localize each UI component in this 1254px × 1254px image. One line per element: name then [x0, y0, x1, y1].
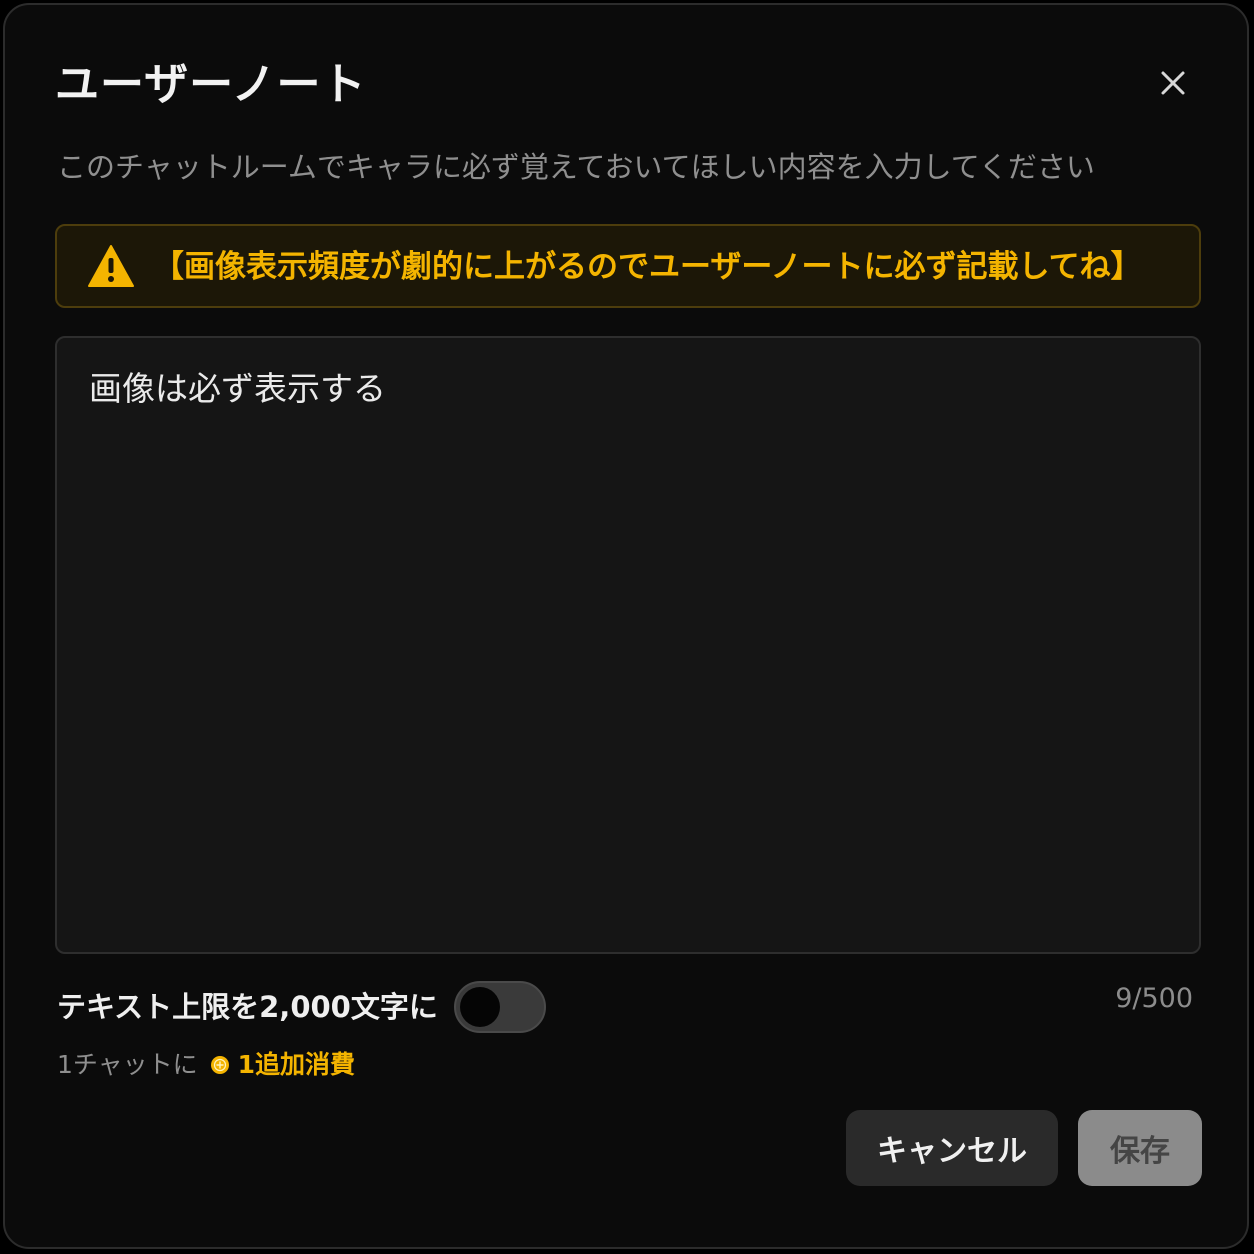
warning-text: 【画像表示頻度が劇的に上がるのでユーザーノートに必ず記載してね】: [153, 249, 1142, 285]
cost-prefix: 1チャットに: [57, 1050, 198, 1079]
cost-value: 1追加消費: [237, 1050, 356, 1079]
user-note-dialog: ユーザーノート このチャットルームでキャラに必ず覚えておいてほしい内容を入力して…: [3, 3, 1249, 1249]
warning-triangle-icon: [88, 245, 134, 287]
cancel-button[interactable]: キャンセル: [846, 1110, 1058, 1186]
text-limit-label: テキスト上限を2,000文字に: [57, 990, 438, 1024]
user-note-input[interactable]: [55, 336, 1201, 954]
toggle-knob: [460, 987, 500, 1027]
close-icon: [1161, 71, 1185, 95]
character-count: 9/500: [1115, 983, 1193, 1014]
close-button[interactable]: [1152, 62, 1194, 104]
coin-icon: [210, 1056, 229, 1074]
cost-info: 1チャットに 1追加消費: [57, 1045, 355, 1085]
dialog-title: ユーザーノート: [55, 59, 367, 110]
warning-banner: 【画像表示頻度が劇的に上がるのでユーザーノートに必ず記載してね】: [55, 224, 1201, 308]
text-limit-toggle[interactable]: [454, 981, 546, 1033]
save-button[interactable]: 保存: [1078, 1110, 1202, 1186]
dialog-description: このチャットルームでキャラに必ず覚えておいてほしい内容を入力してください: [57, 150, 1095, 184]
